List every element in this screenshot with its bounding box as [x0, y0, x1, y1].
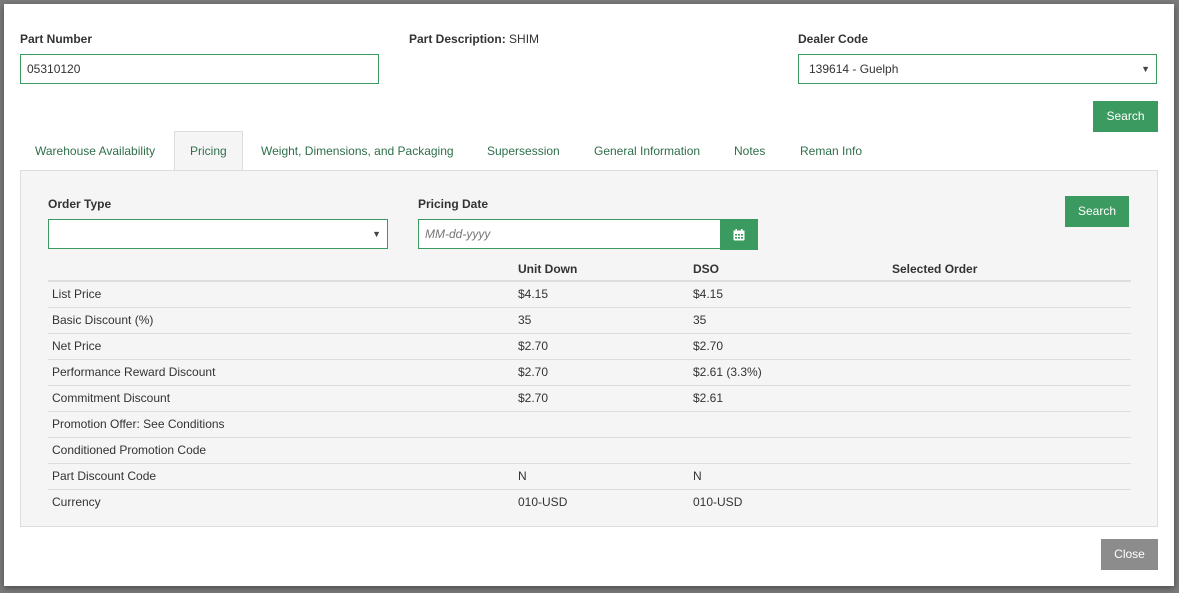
tab-warehouse-availability[interactable]: Warehouse Availability: [20, 131, 170, 171]
selected-order-cell: [888, 463, 1131, 490]
dealer-code-value: 139614 - Guelph: [809, 62, 899, 76]
dso-cell: $2.61 (3.3%): [689, 359, 888, 386]
unit-down-cell: $4.15: [514, 281, 689, 308]
table-row: Performance Reward Discount $2.70 $2.61 …: [48, 359, 1131, 386]
table-row: List Price $4.15 $4.15: [48, 281, 1131, 308]
row-label: Currency: [52, 495, 101, 510]
tab-weight-dimensions-packaging[interactable]: Weight, Dimensions, and Packaging: [246, 131, 469, 171]
row-label: Conditioned Promotion Code: [48, 437, 514, 464]
pricing-table: Unit Down DSO Selected Order List Price …: [48, 257, 1131, 515]
dealer-code-select[interactable]: 139614 - Guelph ▼: [798, 54, 1157, 84]
selected-order-cell: [888, 411, 1131, 438]
table-row: Net Price $2.70 $2.70: [48, 333, 1131, 360]
table-row: Conditioned Promotion Code: [48, 437, 1131, 464]
row-label: Performance Reward Discount: [48, 359, 514, 386]
dso-cell: $2.61: [689, 385, 888, 412]
table-row: Promotion Offer: See Conditions: [48, 411, 1131, 438]
dso-cell: [689, 411, 888, 438]
chevron-down-icon: ▼: [372, 229, 381, 239]
column-header: [48, 257, 514, 282]
table-row: Basic Discount (%) 35 35: [48, 307, 1131, 334]
unit-down-cell: 35: [514, 307, 689, 334]
part-description-label: Part Description:: [409, 32, 506, 46]
selected-order-cell: [888, 489, 1131, 515]
pricing-date-label: Pricing Date: [418, 197, 489, 211]
row-label: Commitment Discount: [48, 385, 514, 412]
pricing-date-input[interactable]: [418, 219, 721, 249]
selected-order-cell: [888, 281, 1131, 308]
unit-down-cell: $2.70: [514, 333, 689, 360]
unit-down-cell: [514, 411, 689, 438]
column-header-selected-order: Selected Order: [888, 257, 1131, 282]
unit-down-cell: $2.70: [514, 359, 689, 386]
calendar-icon: [733, 228, 745, 240]
tab-notes[interactable]: Notes: [719, 131, 780, 171]
order-type-select[interactable]: ▼: [48, 219, 388, 249]
calendar-button[interactable]: [720, 219, 758, 250]
dso-cell: $4.15: [689, 281, 888, 308]
row-label: Part Discount Code: [48, 463, 514, 490]
row-label: Basic Discount (%): [48, 307, 514, 334]
unit-down-cell: 010-USD: [518, 495, 568, 510]
selected-order-cell: [888, 307, 1131, 334]
selected-order-cell: [888, 333, 1131, 360]
tab-general-information[interactable]: General Information: [579, 131, 715, 171]
unit-down-cell: [514, 437, 689, 464]
part-description-value: SHIM: [509, 32, 540, 46]
row-label: Net Price: [48, 333, 514, 360]
dso-cell: 010-USD: [693, 495, 743, 510]
column-header-dso: DSO: [689, 257, 888, 282]
close-button[interactable]: Close: [1101, 539, 1158, 570]
tab-reman-info[interactable]: Reman Info: [785, 131, 877, 171]
dealer-code-label: Dealer Code: [798, 32, 869, 46]
header-search-button[interactable]: Search: [1093, 101, 1158, 132]
selected-order-cell: [888, 385, 1131, 412]
dso-cell: 35: [689, 307, 888, 334]
order-type-label: Order Type: [48, 197, 112, 211]
unit-down-cell: N: [514, 463, 689, 490]
row-label: List Price: [48, 281, 514, 308]
pricing-search-button[interactable]: Search: [1065, 196, 1129, 227]
dso-cell: [689, 437, 888, 464]
pricing-panel: Order Type ▼ Pricing Date Search: [20, 170, 1158, 527]
table-row: Commitment Discount $2.70 $2.61: [48, 385, 1131, 412]
part-details-modal: Part Number Part Description: SHIM Deale…: [4, 4, 1174, 586]
table-row: Part Discount Code N N: [48, 463, 1131, 490]
unit-down-cell: $2.70: [514, 385, 689, 412]
chevron-down-icon: ▼: [1141, 64, 1150, 74]
column-header-unit-down: Unit Down: [514, 257, 689, 282]
dso-cell: $2.70: [689, 333, 888, 360]
selected-order-cell: [888, 437, 1131, 464]
table-row: Currency 010-USD 010-USD: [48, 489, 1131, 515]
dso-cell: N: [689, 463, 888, 490]
table-header-row: Unit Down DSO Selected Order: [48, 257, 1131, 282]
row-label: Promotion Offer: See Conditions: [48, 411, 514, 438]
part-number-input[interactable]: [20, 54, 379, 84]
part-description: Part Description: SHIM: [409, 32, 539, 46]
part-number-label: Part Number: [20, 32, 93, 46]
tab-pricing[interactable]: Pricing: [174, 131, 243, 171]
selected-order-cell: [888, 359, 1131, 386]
tab-supersession[interactable]: Supersession: [472, 131, 575, 171]
